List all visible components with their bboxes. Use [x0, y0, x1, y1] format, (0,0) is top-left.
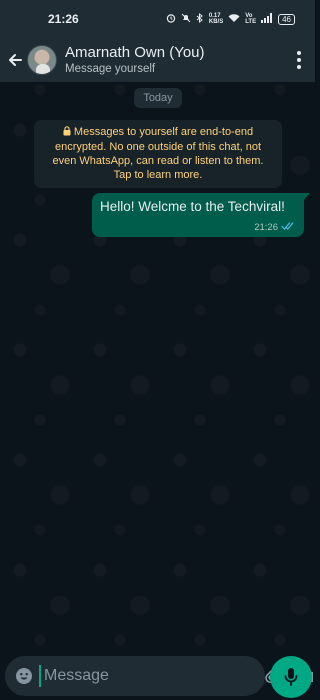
arrow-left-icon: [9, 54, 22, 66]
message-time: 21:26: [254, 222, 278, 233]
status-icons: 0.17 KB/S Vo LTE 46: [166, 12, 295, 26]
menu-dot: [297, 58, 301, 62]
battery-indicator: 46: [278, 13, 295, 25]
avatar[interactable]: [27, 45, 57, 75]
menu-dot: [297, 51, 301, 55]
date-separator: Today: [134, 88, 182, 108]
more-options-button[interactable]: [291, 48, 307, 72]
message-meta: 21:26: [254, 222, 295, 233]
contact-status: Message yourself: [65, 63, 156, 76]
encryption-notice[interactable]: Messages to yourself are end-to-end encr…: [34, 120, 282, 188]
wifi-icon: [228, 13, 240, 26]
outgoing-message[interactable]: Hello! Welcme to the Techviral! 21:26: [92, 193, 310, 237]
status-time: 21:26: [48, 12, 79, 26]
mic-button[interactable]: [270, 656, 312, 698]
microphone-icon: [284, 668, 298, 686]
lock-icon: [63, 126, 71, 140]
bluetooth-icon: [196, 12, 204, 26]
alarm-icon: [166, 13, 176, 26]
message-text: Hello! Welcme to the Techviral!: [100, 199, 285, 214]
menu-dot: [297, 65, 301, 69]
net-speed: 0.17 KB/S: [208, 13, 224, 25]
status-bar: 21:26 0.17 KB/S Vo LTE 46: [0, 0, 315, 38]
contact-info[interactable]: Amarnath Own (You) Message yourself: [65, 44, 205, 76]
message-composer: [5, 656, 313, 696]
emoji-icon: [16, 668, 32, 684]
chat-header: Amarnath Own (You) Message yourself: [0, 38, 315, 82]
double-check-icon: [281, 222, 295, 233]
back-button[interactable]: [6, 51, 24, 69]
signal-icon: [261, 12, 273, 26]
encryption-notice-text: Messages to yourself are end-to-end encr…: [52, 126, 264, 181]
emoji-button[interactable]: [15, 666, 33, 686]
message-input[interactable]: [39, 665, 251, 687]
contact-name: Amarnath Own (You): [65, 43, 205, 61]
volte-icon: Vo LTE: [245, 13, 257, 25]
mute-icon: [181, 13, 191, 26]
